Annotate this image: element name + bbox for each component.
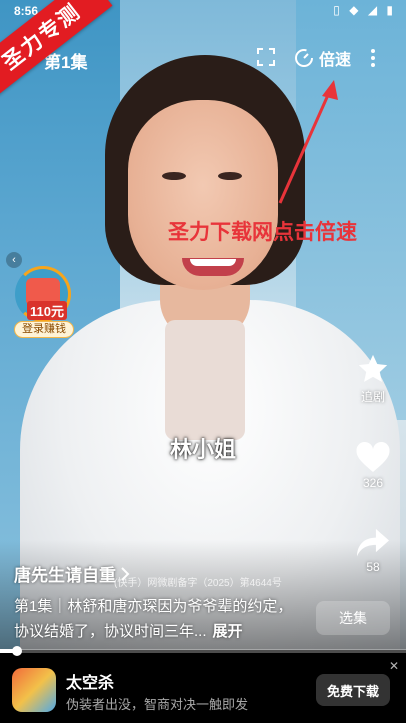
speed-button[interactable]: 倍速 [294,46,351,70]
expand-link[interactable]: 展开 [213,623,243,640]
signal-icon: ◢ [367,3,381,17]
video-person-collar [165,320,245,440]
video-person-eye [162,172,186,180]
video-subtitle: 林小姐 [169,437,236,462]
more-icon[interactable] [366,47,380,69]
battery-icon: ▮ [386,3,396,17]
reward-label: 登录赚钱 [14,321,74,338]
close-icon[interactable]: ✕ [389,659,399,673]
description-text: 第1集｜林舒和唐亦琛因为爷爷辈的约定，协议结婚了，协议时间三年... [14,598,293,640]
fullscreen-icon[interactable] [256,47,276,67]
follow-button[interactable]: 追剧 [350,352,396,405]
annotation-arrow-icon [278,80,338,204]
share-arrow-icon [357,528,389,557]
game-app-icon [12,668,56,712]
follow-label: 追剧 [360,390,385,404]
heart-icon [356,441,390,472]
download-button[interactable]: 免费下载 [316,674,390,706]
speedometer-icon [295,49,313,67]
share-button[interactable]: 58 [350,526,396,574]
like-count: 326 [362,476,384,490]
progress-bar[interactable] [0,649,406,653]
ad-banner[interactable]: 太空杀 伪装者出没，智商对决一触即发 免费下载 ✕ [0,656,406,723]
drama-title-text: 唐先生请自重 [14,566,116,585]
video-person-eye [218,172,242,180]
license-text: (快手）网微剧备字（2025）第4644号 [114,578,282,589]
progress-thumb[interactable] [12,646,22,656]
video-person-teeth [190,259,236,266]
star-icon [358,354,388,382]
annotation-text: 圣力下载网点击倍速 [168,221,357,244]
speed-label: 倍速 [319,52,352,69]
ad-description: 伪装者出没，智商对决一触即发 [66,697,249,712]
wifi-icon: ◆ [349,3,362,17]
like-button[interactable]: 326 [350,440,396,490]
ad-title: 太空杀 [66,675,115,692]
status-icons: ▯ ◆ ◢ ▮ [333,3,396,17]
vibrate-icon: ▯ [333,3,343,17]
reward-amount: 110元 [27,301,67,320]
episode-description[interactable]: 第1集｜林舒和唐亦琛因为爷爷辈的约定，协议结婚了，协议时间三年... 展开 [14,594,304,644]
share-count: 58 [366,560,380,574]
reward-widget[interactable]: 110元 登录赚钱 [12,266,76,340]
drama-title[interactable]: 唐先生请自重 [14,561,130,586]
select-episode-button[interactable]: 选集 [316,601,390,635]
